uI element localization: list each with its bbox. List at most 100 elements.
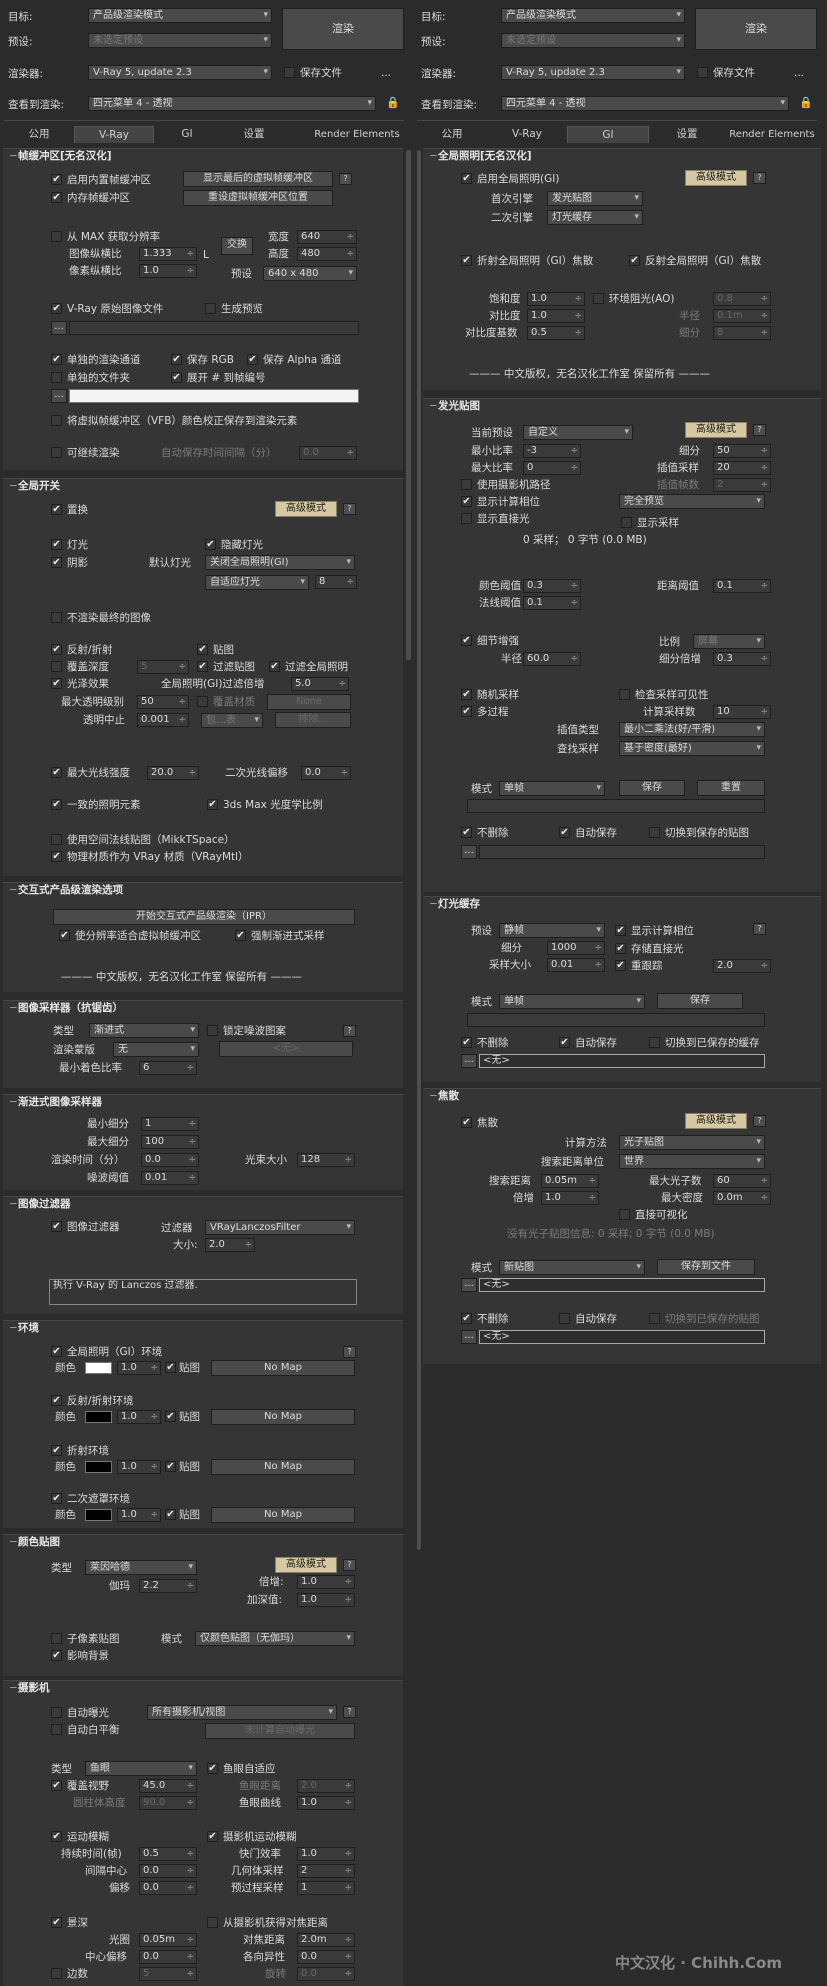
anisotropy-spinner[interactable]: 0.0 [297, 1950, 355, 1964]
cm-advanced-button[interactable]: 高级模式 [275, 1557, 337, 1573]
image-sampler-header[interactable]: −图像采样器（抗锯齿） [3, 1001, 403, 1016]
caustics-checkbox[interactable]: ✔ [461, 1117, 472, 1128]
glossy-checkbox[interactable]: ✔ [51, 678, 62, 689]
gen-preview-checkbox[interactable] [205, 303, 216, 314]
preset-dropdown[interactable]: 未选定预设 [501, 33, 685, 48]
max-rate-spinner[interactable]: 0 [523, 461, 581, 475]
gamma-spinner[interactable]: 2.2 [139, 1579, 197, 1593]
dist-threshold-spinner[interactable]: 0.1 [713, 579, 771, 593]
tab-gi[interactable]: GI [567, 126, 649, 143]
not-calc-button[interactable]: 未计算自动曝光 [205, 1723, 355, 1739]
render-button[interactable]: 渲染 [282, 8, 404, 50]
dof-checkbox[interactable]: ✔ [51, 1917, 62, 1928]
sides-checkbox[interactable] [51, 1968, 62, 1979]
camera-header[interactable]: −摄影机 [3, 1681, 403, 1696]
transp-cutoff-spinner[interactable]: 0.001 [137, 713, 189, 727]
secondary-engine-dropdown[interactable]: 灯光缓存 [547, 210, 643, 225]
help-icon[interactable]: ? [343, 1706, 356, 1718]
direct-vis-checkbox[interactable] [619, 1209, 630, 1220]
ao-radius-spinner[interactable]: 0.1m [713, 309, 771, 323]
all-cameras-dropdown[interactable]: 所有摄影机/视图 [147, 1705, 337, 1720]
render-button[interactable]: 渲染 [695, 8, 817, 50]
sep-folder-checkbox[interactable] [51, 372, 62, 383]
shadows-checkbox[interactable]: ✔ [51, 557, 62, 568]
fisheye-dist-spinner[interactable]: 2.0 [297, 1779, 355, 1793]
interp-type-dropdown[interactable]: 最小二乘法(好/平滑) [619, 722, 765, 737]
caus-dont-delete-checkbox[interactable]: ✔ [461, 1313, 472, 1324]
lc-autosave-checkbox[interactable]: ✔ [559, 1037, 570, 1048]
caus-switch-checkbox[interactable] [649, 1313, 660, 1324]
use-cam-path-checkbox[interactable] [461, 479, 472, 490]
vfb-corr-checkbox[interactable] [51, 415, 62, 426]
help-icon[interactable]: ? [753, 923, 766, 935]
help-icon[interactable]: ? [343, 1025, 356, 1037]
hidden-lights-checkbox[interactable]: ✔ [205, 539, 216, 550]
shutter-eff-spinner[interactable]: 1.0 [297, 1847, 355, 1861]
filter-maps-checkbox[interactable]: ✔ [197, 661, 208, 672]
target-dropdown[interactable]: 产品级渲染模式 [501, 8, 685, 23]
lc-switch-checkbox[interactable] [649, 1037, 660, 1048]
filter-gi-checkbox[interactable]: ✔ [269, 661, 280, 672]
tab-common[interactable]: 公用 [427, 126, 477, 143]
fit-vfb-checkbox[interactable]: ✔ [59, 930, 70, 941]
gi-env-mult-spinner[interactable]: 1.0 [117, 1361, 161, 1375]
interp-samples-spinner[interactable]: 20 [713, 461, 771, 475]
resumable-checkbox[interactable] [51, 447, 62, 458]
refr-env-color-swatch[interactable] [85, 1461, 112, 1473]
refl-env-color-swatch[interactable] [85, 1411, 112, 1423]
enable-vfb-checkbox[interactable]: ✔ [51, 174, 62, 185]
filter-size-spinner[interactable]: 2.0 [205, 1238, 255, 1252]
ao-env-map-checkbox[interactable]: ✔ [165, 1509, 176, 1520]
auto-exposure-checkbox[interactable] [51, 1707, 62, 1718]
lc-preset-dropdown[interactable]: 静帧 [499, 923, 605, 938]
sec-bias-spinner[interactable]: 0.0 [301, 766, 351, 780]
ovr-depth-checkbox[interactable] [51, 661, 62, 672]
max-density-spinner[interactable]: 0.0m [713, 1191, 771, 1205]
full-preview-dropdown[interactable]: 完全预览 [619, 494, 765, 509]
lc-file-field[interactable] [467, 1013, 765, 1027]
refl-env-map-checkbox[interactable]: ✔ [165, 1411, 176, 1422]
min-shade-spinner[interactable]: 6 [139, 1061, 197, 1075]
caustics-advanced-button[interactable]: 高级模式 [685, 1113, 747, 1129]
multipass-checkbox[interactable]: ✔ [461, 706, 472, 717]
reset-vfb-button[interactable]: 重设虚拟帧缓冲区位置 [183, 190, 333, 206]
adaptive-lights-spinner[interactable]: 8 [315, 575, 357, 589]
displace-checkbox[interactable]: ✔ [51, 504, 62, 515]
from-cam-checkbox[interactable] [207, 1917, 218, 1928]
cm-mult-spinner[interactable]: 1.0 [297, 1575, 355, 1589]
motion-blur-checkbox[interactable]: ✔ [51, 1831, 62, 1842]
swap-button[interactable]: 交换 [221, 237, 253, 255]
refl-caustics-checkbox[interactable]: ✔ [629, 255, 640, 266]
image-filter-header[interactable]: −图像过滤器 [3, 1197, 403, 1212]
calc-samples-spinner[interactable]: 10 [713, 705, 771, 719]
center-bias-spinner[interactable]: 0.0 [139, 1950, 197, 1964]
consistent-checkbox[interactable]: ✔ [51, 799, 62, 810]
lc-subdivs-spinner[interactable]: 1000 [547, 941, 605, 955]
refl-env-mult-spinner[interactable]: 1.0 [117, 1410, 161, 1424]
scrollbar[interactable] [417, 150, 421, 1550]
maps-checkbox[interactable]: ✔ [197, 644, 208, 655]
raw-browse-button[interactable]: ... [51, 321, 67, 335]
view-dropdown[interactable]: 四元菜单 4 - 透视 [88, 96, 376, 111]
im-save-button[interactable]: 保存 [619, 780, 685, 796]
irradiance-header[interactable]: −发光贴图 [423, 399, 821, 414]
autosave-spinner[interactable]: 0.0 [299, 446, 357, 460]
enable-gi-checkbox[interactable]: ✔ [461, 173, 472, 184]
im-advanced-button[interactable]: 高级模式 [685, 422, 747, 438]
renderer-dropdown[interactable]: V-Ray 5, update 2.3 [88, 65, 272, 80]
saturation-spinner[interactable]: 1.0 [527, 292, 585, 306]
calc-method-dropdown[interactable]: 光子贴图 [619, 1135, 765, 1150]
environment-header[interactable]: −环境 [3, 1321, 403, 1336]
auto-wb-checkbox[interactable] [51, 1724, 62, 1735]
raw-path-field[interactable] [69, 321, 359, 335]
max-ray-spinner[interactable]: 20.0 [147, 766, 199, 780]
help-icon[interactable]: ? [753, 172, 766, 184]
width-spinner[interactable]: 640 [297, 230, 357, 244]
im-autosave-field[interactable] [479, 845, 765, 859]
target-dropdown[interactable]: 产品级渲染模式 [88, 8, 272, 23]
retrace-spinner[interactable]: 2.0 [713, 959, 771, 973]
lc-path-field[interactable]: <无> [479, 1054, 765, 1068]
help-icon[interactable]: ? [753, 424, 766, 436]
default-lights-dropdown[interactable]: 关闭全局照明(GI) [205, 555, 355, 570]
cm-mode-dropdown[interactable]: 仅颜色贴图（无伽玛） [195, 1631, 355, 1646]
